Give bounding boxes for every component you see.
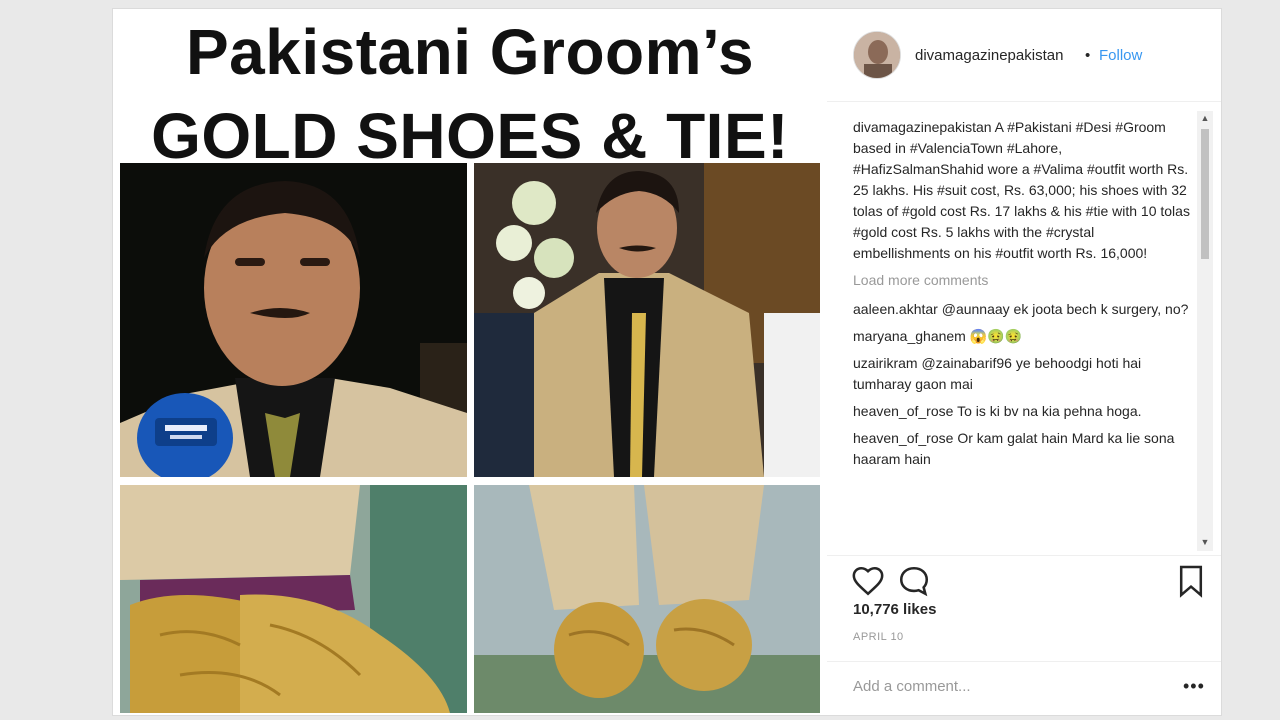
comment-username[interactable]: uzairikram [853,355,918,371]
post-caption: divamagazinepakistan A #Pakistani #Desi … [853,117,1195,264]
photo-gold-shoes-closeup [120,485,467,713]
comment-bubble-icon[interactable] [897,564,931,598]
comment-item: maryana_ghanem 😱🤢🤢 [853,326,1195,347]
photo-gold-shoes-standing [474,485,820,713]
comment-username[interactable]: aaleen.akhtar [853,301,938,317]
headline-line-2: GOLD SHOES & TIE! [151,100,789,172]
post-header: divamagazinepakistan • Follow [827,9,1221,102]
post-date: APRIL 10 [853,631,904,643]
caption-username[interactable]: divamagazinepakistan [853,119,992,135]
follow-button[interactable]: Follow [1099,47,1142,64]
likes-count[interactable]: 10,776 likes [853,601,936,618]
headline-line-1: Pakistani Groom’s [185,16,755,88]
scrollbar-thumb[interactable] [1201,129,1209,259]
comment-text: To is ki bv na kia pehna hoga. [957,403,1142,419]
comment-username[interactable]: heaven_of_rose [853,430,953,446]
comment-item: aaleen.akhtar @aunnaay ek joota bech k s… [853,299,1195,320]
separator-dot: • [1085,47,1091,64]
comment-item: uzairikram @zainabarif96 ye behoodgi hot… [853,353,1195,395]
scroll-down-arrow-icon[interactable]: ▼ [1199,537,1211,547]
add-comment-bar: Add a comment... ••• [827,661,1221,715]
comment-item: heaven_of_rose To is ki bv na kia pehna … [853,401,1195,422]
photo-groom-interview [120,163,467,477]
add-comment-input[interactable]: Add a comment... [853,678,1153,695]
comment-username[interactable]: heaven_of_rose [853,403,953,419]
comment-item: heaven_of_rose Or kam galat hain Mard ka… [853,428,1195,470]
post-image[interactable]: Pakistani Groom’s GOLD SHOES & TIE! [113,9,827,715]
load-more-comments-button[interactable]: Load more comments [853,270,1195,291]
scroll-up-arrow-icon[interactable]: ▲ [1199,113,1211,123]
instagram-post-card: Pakistani Groom’s GOLD SHOES & TIE! diva… [112,8,1222,716]
heart-icon[interactable] [851,564,885,598]
photo-groom-seated [474,163,820,477]
username-link[interactable]: divamagazinepakistan [915,47,1063,64]
avatar[interactable] [853,31,901,79]
caption-text: A #Pakistani #Desi #Groom based in #Vale… [853,119,1190,261]
post-sidebar: divamagazinepakistan • Follow divamagazi… [827,9,1221,715]
comment-text: 😱🤢🤢 [969,328,1023,344]
comments-list: divamagazinepakistan A #Pakistani #Desi … [853,117,1195,549]
bookmark-icon[interactable] [1177,564,1205,598]
more-options-icon[interactable]: ••• [1183,676,1205,697]
comment-text: @aunnaay ek joota bech k surgery, no? [941,301,1189,317]
comment-username[interactable]: maryana_ghanem [853,328,966,344]
